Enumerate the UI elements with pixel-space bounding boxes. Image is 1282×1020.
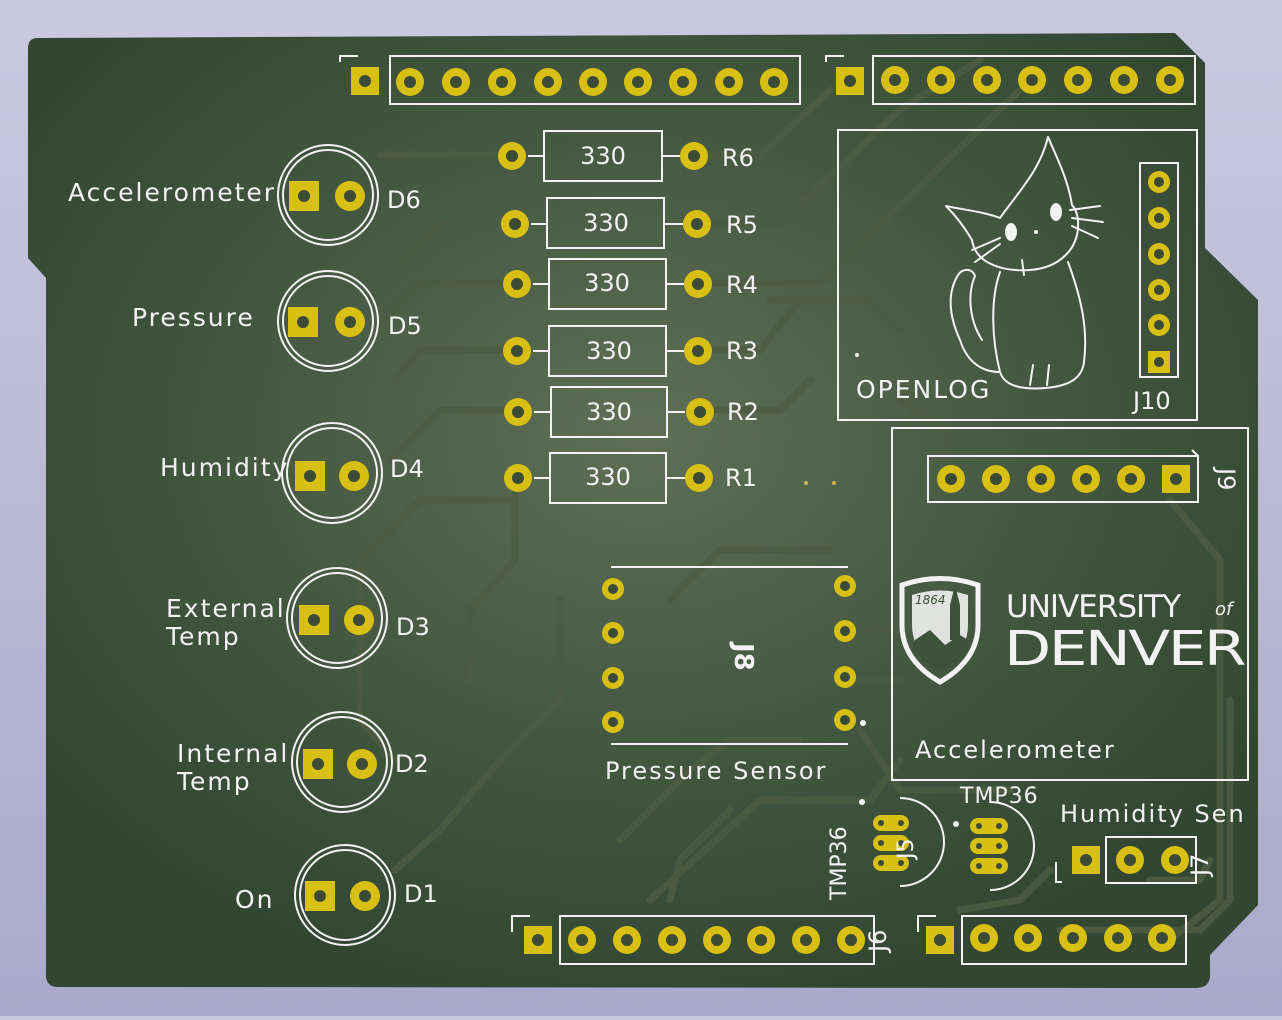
resistor-value: 330: [584, 269, 630, 297]
tmp36-ref: J5: [894, 839, 919, 862]
pcb-render-view: Accelerometer D6 Pressure D5 Humidity D4…: [0, 0, 1282, 1016]
pressure-label: Pressure Sensor: [605, 757, 827, 785]
led-label: Accelerometer: [68, 178, 276, 207]
resistor-value: 330: [586, 398, 632, 426]
humidity-ref: J7: [1186, 854, 1214, 878]
logo-of: of: [1215, 599, 1235, 620]
led-label: On: [235, 885, 275, 914]
resistor-ref: R2: [727, 398, 759, 426]
led-ref: D4: [390, 455, 424, 483]
logo-year: 1864: [915, 593, 946, 607]
pressure-ref: J8: [728, 641, 758, 671]
led-ref: D2: [395, 750, 429, 778]
tmp36-b-label: TMP36: [959, 784, 1039, 809]
via: [832, 481, 836, 485]
header-bottom-left-ref: J6: [864, 930, 892, 954]
led-ref: D6: [387, 186, 421, 214]
resistor-ref: R5: [726, 211, 758, 239]
tmp36-label: TMP36: [827, 826, 852, 901]
led-label-line2: Temp: [165, 622, 241, 651]
accelerometer-label: Accelerometer: [915, 736, 1116, 764]
via: [804, 481, 808, 485]
resistor-value: 330: [585, 463, 631, 491]
openlog-label: OPENLOG: [856, 375, 991, 404]
led-label-line2: Temp: [176, 767, 252, 796]
resistor-ref: R1: [725, 464, 757, 492]
led-label: Internal: [177, 739, 289, 768]
pcb-board: [28, 33, 1258, 988]
logo-line2: DENVER: [1004, 621, 1245, 677]
round-pads: [396, 68, 788, 96]
led-label: External: [166, 594, 286, 623]
openlog-ref: J10: [1131, 387, 1171, 415]
resistor-ref: R6: [722, 144, 754, 172]
led-ref: D3: [396, 613, 430, 641]
led-label: Pressure: [132, 303, 255, 332]
led-label: Humidity: [160, 453, 289, 482]
resistor-ref: R4: [726, 271, 758, 299]
pcb-board-canvas: Accelerometer D6 Pressure D5 Humidity D4…: [28, 33, 1258, 988]
led-ref: D5: [388, 312, 422, 340]
resistor-ref: R3: [726, 337, 758, 365]
logo-line1: UNIVERSITY: [1006, 589, 1181, 625]
humidity-label: Humidity Sen: [1060, 800, 1246, 828]
accelerometer-ref: J9: [1212, 466, 1240, 490]
resistor-value: 330: [583, 209, 629, 237]
resistor-value: 330: [586, 337, 632, 365]
resistor-value: 330: [580, 142, 626, 170]
led-ref: D1: [404, 880, 438, 908]
